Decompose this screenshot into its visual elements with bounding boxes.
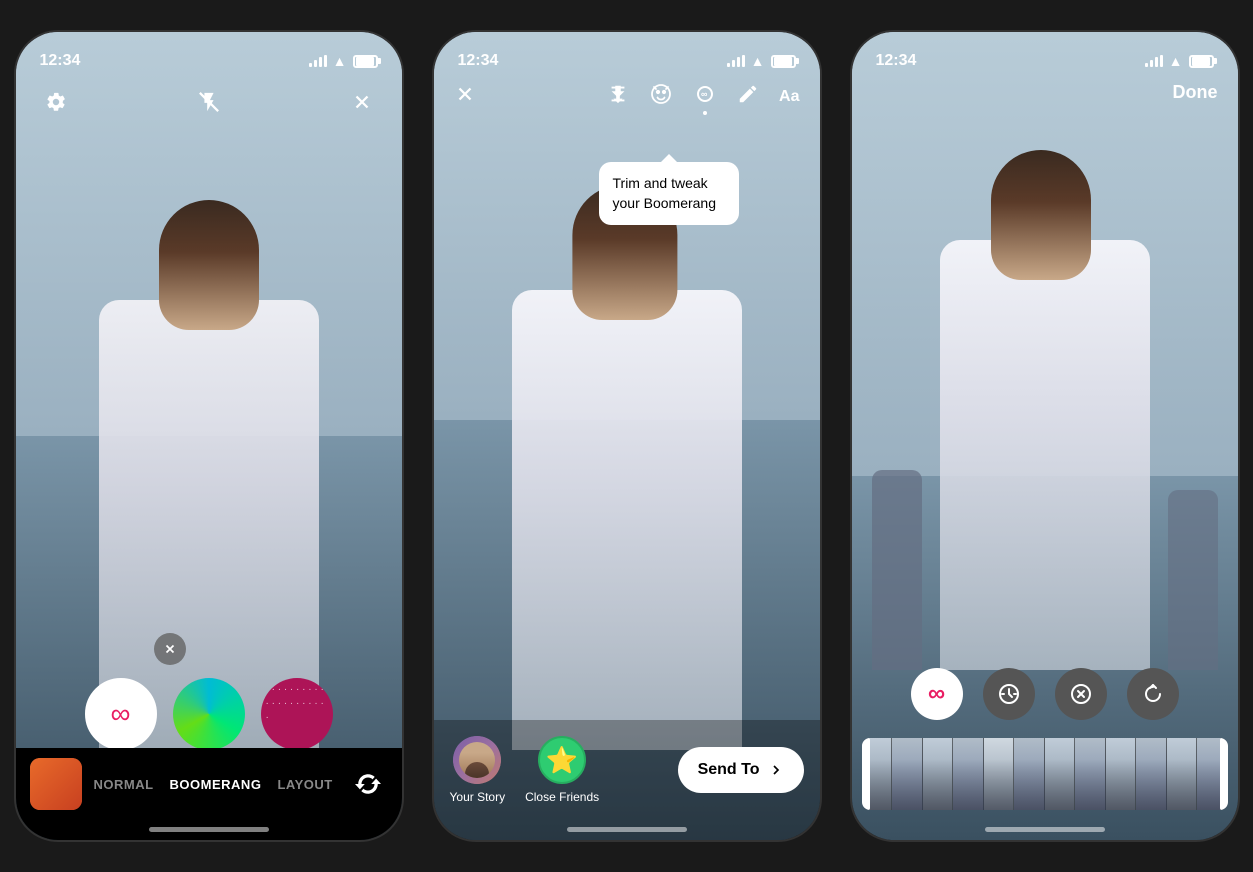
boomerang-selector: ∞ bbox=[16, 678, 402, 750]
phone-2: 12:34 ▲ bbox=[432, 30, 822, 842]
gear-icon[interactable] bbox=[36, 82, 76, 122]
phone1-status-icons: ▲ bbox=[309, 53, 378, 69]
film-frame-8 bbox=[1075, 738, 1106, 810]
mode-normal[interactable]: NORMAL bbox=[94, 777, 154, 792]
film-strip-right-handle[interactable] bbox=[1220, 738, 1228, 810]
film-frame-6 bbox=[1014, 738, 1045, 810]
phone3-status-bar: 12:34 ▲ bbox=[852, 32, 1238, 76]
close-friends-avatar: ⭐ bbox=[538, 736, 586, 784]
battery-icon bbox=[771, 55, 796, 68]
reverse-button[interactable] bbox=[1127, 668, 1179, 720]
film-strip[interactable] bbox=[862, 738, 1228, 810]
sparkle-button[interactable] bbox=[261, 678, 333, 750]
signal-icon bbox=[727, 55, 745, 67]
speed-ramp-button[interactable] bbox=[983, 668, 1035, 720]
film-frame-3 bbox=[923, 738, 954, 810]
phone3-done-button[interactable]: Done bbox=[1173, 82, 1218, 103]
phone2-send-area: Your Story ⭐ Close Friends Send To bbox=[434, 720, 820, 840]
download-icon[interactable] bbox=[607, 83, 629, 110]
boomerang-icon[interactable]: ∞ bbox=[693, 82, 717, 111]
text-icon[interactable]: Aa bbox=[779, 88, 799, 106]
wifi-icon: ▲ bbox=[751, 53, 765, 69]
close-icon[interactable] bbox=[342, 82, 382, 122]
phone2-status-icons: ▲ bbox=[727, 53, 796, 69]
phone2-status-bar: 12:34 ▲ bbox=[434, 32, 820, 76]
svg-text:∞: ∞ bbox=[701, 89, 708, 99]
your-story-option[interactable]: Your Story bbox=[450, 736, 506, 804]
phone-3: 12:34 ▲ Done ∞ bbox=[850, 30, 1240, 842]
flash-off-icon[interactable] bbox=[189, 82, 229, 122]
send-to-label: Send To bbox=[698, 761, 760, 779]
phone3-status-icons: ▲ bbox=[1145, 53, 1214, 69]
phone1-time: 12:34 bbox=[40, 52, 81, 70]
dismiss-button[interactable] bbox=[154, 633, 186, 665]
camera-flip-button[interactable] bbox=[348, 764, 388, 804]
film-frame-10 bbox=[1136, 738, 1167, 810]
slowmo-button[interactable] bbox=[1055, 668, 1107, 720]
phones-container: 12:34 ▲ bbox=[14, 30, 1240, 842]
film-strip-frames bbox=[862, 738, 1228, 810]
phone2-background bbox=[434, 32, 820, 840]
phone3-time: 12:34 bbox=[876, 52, 917, 70]
your-story-avatar bbox=[453, 736, 501, 784]
phone2-toolbar-right: ∞ Aa bbox=[607, 82, 799, 111]
film-frame-7 bbox=[1045, 738, 1076, 810]
face-effects-icon[interactable] bbox=[649, 82, 673, 111]
battery-icon bbox=[1189, 55, 1214, 68]
phone1-home-indicator bbox=[149, 827, 269, 832]
camera-modes: NORMAL BOOMERANG LAYOUT bbox=[94, 777, 348, 792]
effects-row: ∞ bbox=[852, 668, 1238, 720]
your-story-label: Your Story bbox=[450, 790, 506, 804]
color-wheel-button[interactable] bbox=[173, 678, 245, 750]
film-frame-11 bbox=[1167, 738, 1198, 810]
phone1-status-bar: 12:34 ▲ bbox=[16, 32, 402, 76]
signal-icon bbox=[1145, 55, 1163, 67]
film-frame-5 bbox=[984, 738, 1015, 810]
tooltip-text: Trim and tweak your Boomerang bbox=[613, 175, 717, 211]
phone2-home-indicator bbox=[567, 827, 687, 832]
phone-1: 12:34 ▲ bbox=[14, 30, 404, 842]
film-frame-4 bbox=[953, 738, 984, 810]
close-icon[interactable] bbox=[454, 83, 476, 110]
story-options: Your Story ⭐ Close Friends bbox=[450, 736, 600, 804]
phone1-toolbar bbox=[16, 82, 402, 122]
mode-boomerang[interactable]: BOOMERANG bbox=[170, 777, 262, 792]
boomerang-main-button[interactable]: ∞ bbox=[85, 678, 157, 750]
phone3-home-indicator bbox=[985, 827, 1105, 832]
battery-icon bbox=[353, 55, 378, 68]
phone2-time: 12:34 bbox=[458, 52, 499, 70]
boomerang-loop-icon: ∞ bbox=[928, 680, 945, 708]
handwriting-icon[interactable] bbox=[737, 83, 759, 110]
phone2-toolbar: ∞ Aa bbox=[434, 82, 820, 111]
film-strip-left-handle[interactable] bbox=[862, 738, 870, 810]
signal-icon bbox=[309, 55, 327, 67]
close-friends-label: Close Friends bbox=[525, 790, 599, 804]
gallery-thumbnail[interactable] bbox=[30, 758, 82, 810]
film-frame-9 bbox=[1106, 738, 1137, 810]
boomerang-infinity-icon: ∞ bbox=[111, 700, 131, 728]
close-friends-option[interactable]: ⭐ Close Friends bbox=[525, 736, 599, 804]
wifi-icon: ▲ bbox=[1169, 53, 1183, 69]
film-frame-2 bbox=[892, 738, 923, 810]
send-to-button[interactable]: Send To bbox=[678, 747, 804, 793]
boomerang-loop-button[interactable]: ∞ bbox=[911, 668, 963, 720]
mode-layout[interactable]: LAYOUT bbox=[277, 777, 332, 792]
wifi-icon: ▲ bbox=[333, 53, 347, 69]
boomerang-tooltip: Trim and tweak your Boomerang bbox=[599, 162, 739, 225]
done-label: Done bbox=[1173, 82, 1218, 102]
